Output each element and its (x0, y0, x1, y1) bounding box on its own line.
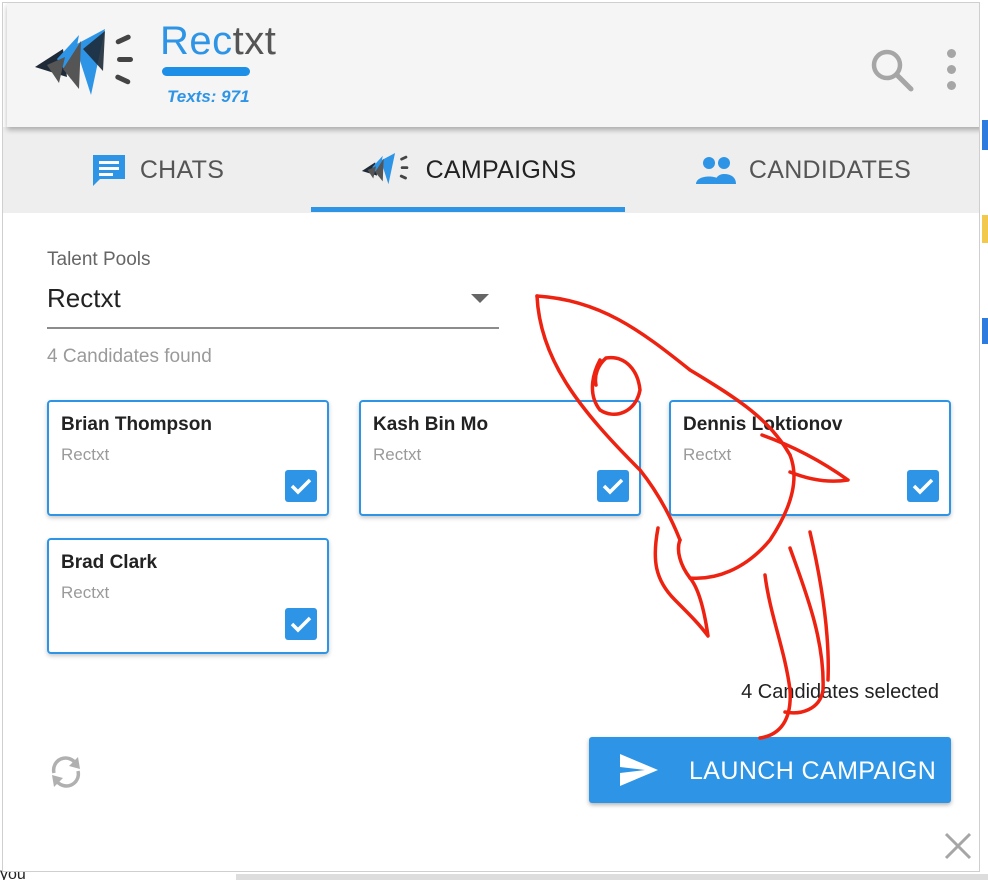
checkbox-checked-icon[interactable] (285, 608, 317, 640)
checkbox-checked-icon[interactable] (907, 470, 939, 502)
active-tab-indicator (311, 207, 625, 212)
brand-underline (162, 67, 250, 76)
app-title-part1: Rec (160, 19, 233, 63)
close-icon[interactable] (943, 831, 973, 861)
app-title: Rectxt (160, 17, 276, 65)
candidate-name: Dennis Loktionov (683, 414, 843, 435)
launch-campaign-label: LAUNCH CAMPAIGN (689, 757, 937, 785)
candidate-pool: Rectxt (683, 445, 732, 464)
search-icon[interactable] (867, 45, 915, 93)
tab-chats[interactable]: CHATS (3, 127, 311, 213)
background-page-strip (982, 120, 988, 150)
candidate-card[interactable]: Dennis Loktionov Rectxt (669, 400, 951, 516)
candidate-name: Kash Bin Mo (373, 414, 489, 435)
candidate-card[interactable]: Brian Thompson Rectxt (47, 400, 329, 516)
tab-campaigns[interactable]: CAMPAIGNS (311, 127, 625, 213)
candidate-card[interactable]: Kash Bin Mo Rectxt (359, 400, 641, 516)
candidate-pool: Rectxt (373, 445, 422, 464)
send-icon (620, 754, 658, 786)
app-header: Rectxt Texts: 971 (7, 3, 979, 127)
rectxt-extension-popup: Rectxt Texts: 971 CHATS CAMPAIGNS CANDID… (2, 2, 980, 872)
candidate-pool: Rectxt (61, 583, 110, 602)
screen: you Rectxt Texts: 971 CHATS CAMPAIGNS CA… (0, 0, 988, 880)
talent-pool-dropdown[interactable]: Rectxt (47, 279, 499, 329)
background-page-strip (982, 215, 988, 243)
talent-pool-selected-value: Rectxt (47, 283, 121, 313)
background-page-strip (236, 874, 988, 880)
talent-pools-label: Talent Pools (47, 249, 151, 270)
rectxt-logo-icon (35, 29, 133, 95)
tab-campaigns-label: CAMPAIGNS (425, 155, 577, 184)
caret-down-icon (471, 294, 489, 303)
tab-candidates-label: CANDIDATES (748, 155, 912, 184)
candidate-name: Brad Clark (61, 552, 158, 573)
more-options-icon[interactable] (939, 47, 963, 93)
candidate-name: Brian Thompson (61, 414, 212, 435)
app-title-part2: txt (232, 19, 277, 63)
campaign-logo-icon (361, 152, 408, 185)
tab-chats-label: CHATS (139, 155, 225, 184)
refresh-icon[interactable] (47, 753, 85, 791)
people-icon (695, 157, 736, 184)
checkbox-checked-icon[interactable] (597, 470, 629, 502)
candidate-pool: Rectxt (61, 445, 110, 464)
candidate-card[interactable]: Brad Clark Rectxt (47, 538, 329, 654)
tab-bar: CHATS CAMPAIGNS CANDIDATES (3, 127, 979, 213)
launch-campaign-button[interactable]: LAUNCH CAMPAIGN (589, 737, 951, 803)
background-page-strip (982, 318, 988, 344)
checkbox-checked-icon[interactable] (285, 470, 317, 502)
candidates-selected-count: 4 Candidates selected (741, 681, 939, 703)
candidates-found-count: 4 Candidates found (47, 346, 212, 367)
tab-candidates[interactable]: CANDIDATES (625, 127, 979, 213)
chat-icon (92, 155, 125, 186)
texts-remaining-count: Texts: 971 (167, 87, 250, 106)
